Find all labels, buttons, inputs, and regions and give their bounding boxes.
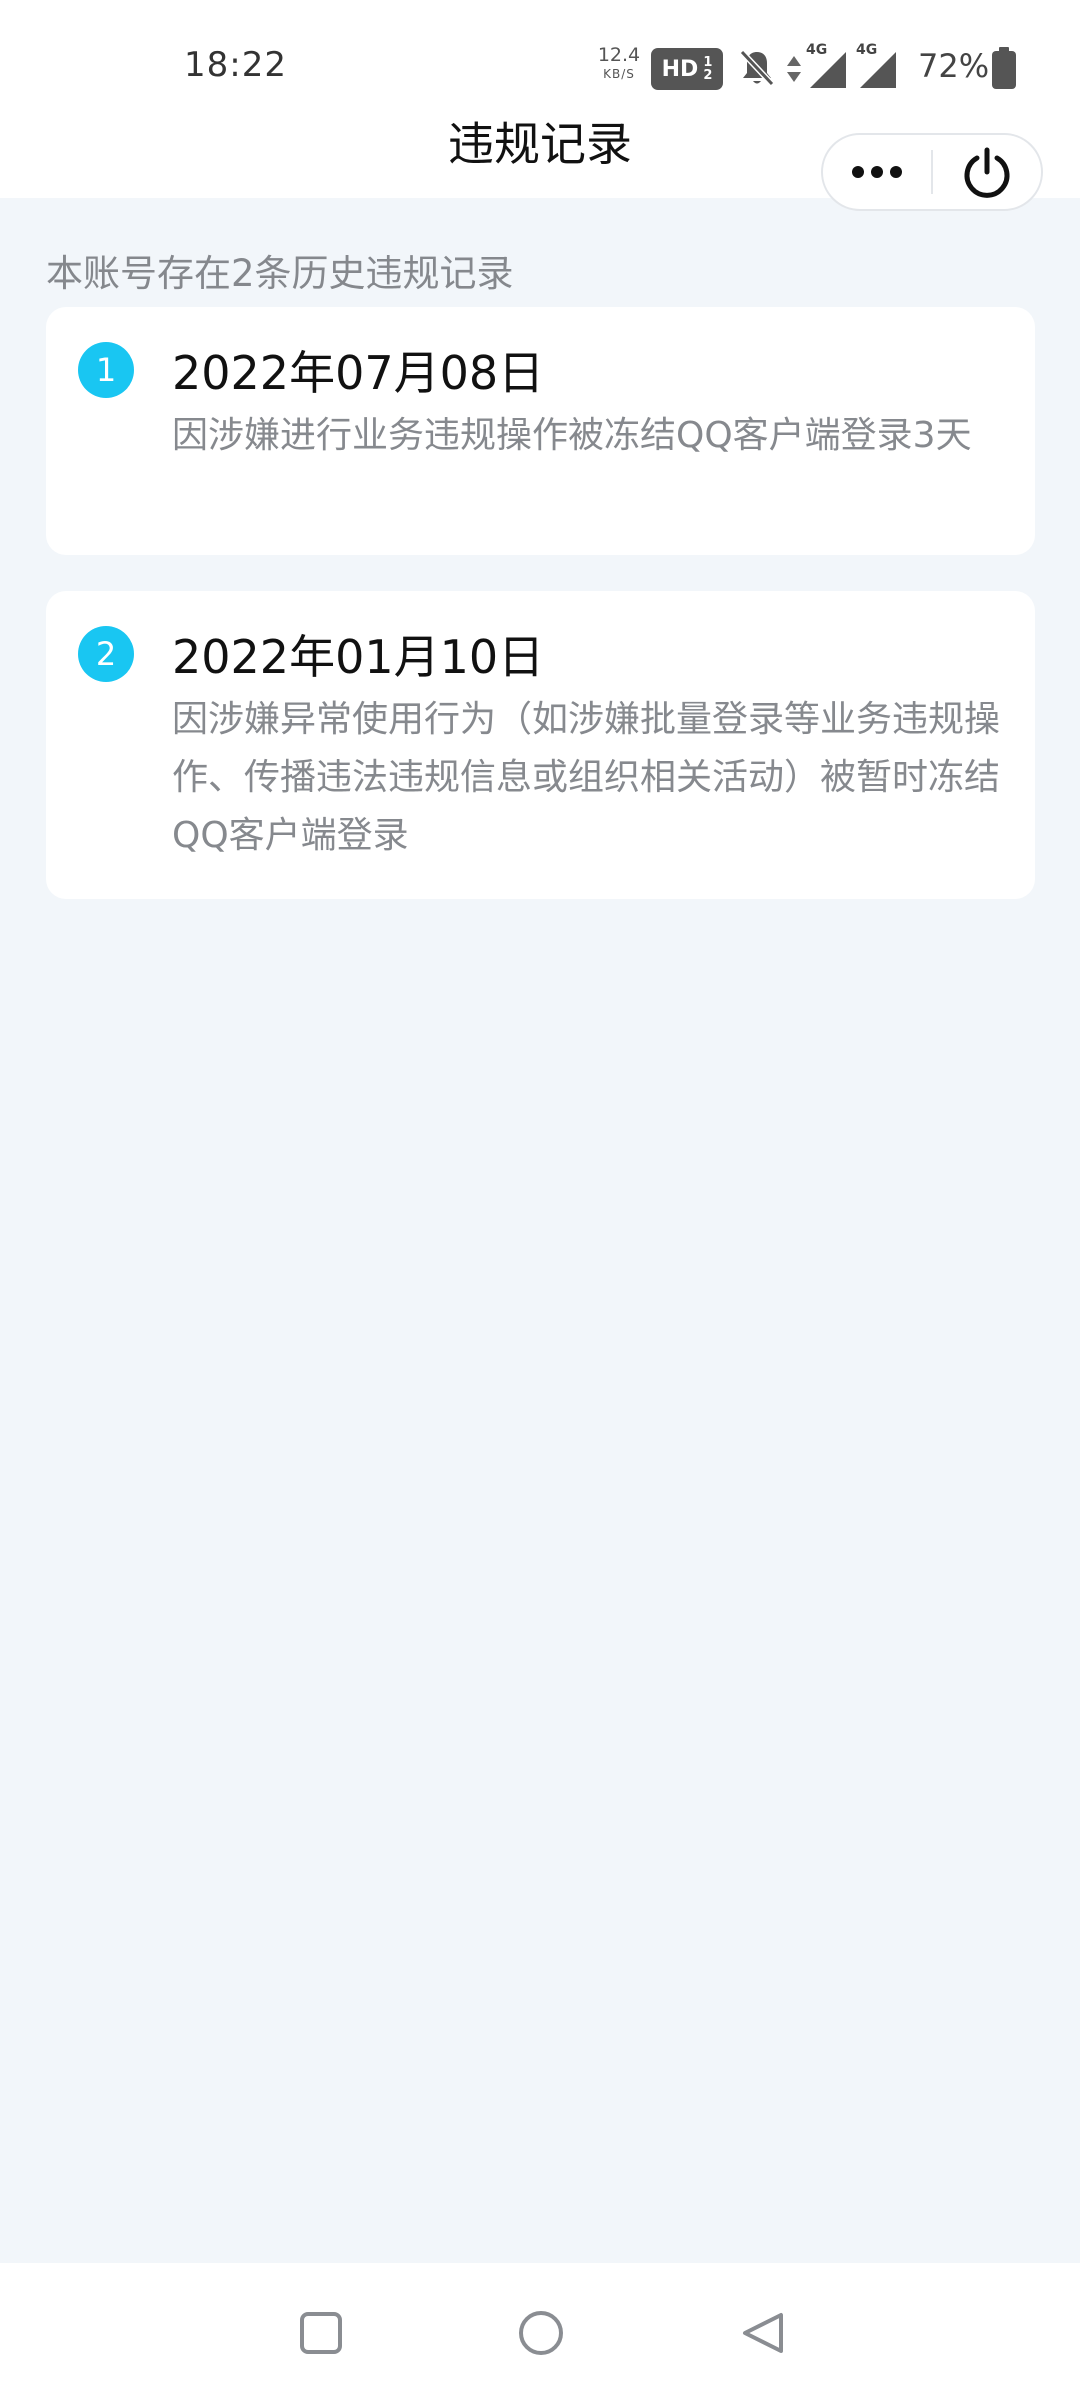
record-description: 因涉嫌异常使用行为（如涉嫌批量登录等业务违规操作、传播违法违规信息或组织相关活动… [172, 699, 1001, 856]
record-card: 2 2022年01月10日 因涉嫌异常使用行为（如涉嫌批量登录等业务违规操作、传… [46, 591, 1035, 899]
screen: 18:22 12.4 KB/S HD 1 2 4G 4G 72% 违规记录 本账… [0, 0, 1080, 2400]
record-date: 2022年07月08日 [172, 346, 545, 400]
record-card: 1 2022年07月08日 因涉嫌进行业务违规操作被冻结QQ客户端登录3天 [46, 307, 1035, 555]
bell-muted-icon [739, 49, 775, 87]
power-icon [964, 147, 1010, 198]
back-triangle-icon [743, 2313, 783, 2353]
signal-4g-icon: 4G [856, 42, 898, 90]
battery-icon [992, 47, 1016, 89]
network-speed-unit: KB/S [603, 67, 635, 81]
top-area: 18:22 12.4 KB/S HD 1 2 4G 4G 72% 违规记录 [0, 0, 1080, 211]
status-time: 18:22 [184, 45, 287, 85]
record-description: 因涉嫌进行业务违规操作被冻结QQ客户端登录3天 [172, 415, 972, 456]
signal-4g-label: 4G [856, 42, 878, 58]
battery-percent: 72% [918, 47, 990, 85]
mini-program-capsule [821, 133, 1043, 211]
record-date: 2022年01月10日 [172, 630, 545, 684]
hd-icon: HD 1 2 [651, 48, 723, 90]
record-index-badge: 2 [78, 626, 134, 682]
data-arrows-icon [787, 56, 801, 82]
close-button[interactable] [933, 135, 1041, 209]
hd-label: HD [661, 56, 699, 82]
signal-4g-label: 4G [806, 42, 828, 58]
recents-square-icon [300, 2312, 342, 2354]
hd-sub: 1 2 [703, 56, 712, 82]
home-circle-icon [519, 2311, 563, 2355]
record-index-badge: 1 [78, 342, 134, 398]
more-button[interactable] [823, 135, 931, 209]
recents-button[interactable] [293, 2305, 349, 2361]
more-dots-icon [852, 166, 902, 178]
home-button[interactable] [513, 2305, 569, 2361]
network-speed: 12.4 KB/S [596, 44, 642, 81]
violation-summary: 本账号存在2条历史违规记录 [46, 252, 514, 295]
signal-4g-icon: 4G [806, 42, 848, 90]
network-speed-value: 12.4 [597, 44, 641, 66]
hd-sub-bottom: 2 [703, 68, 713, 83]
back-button[interactable] [735, 2305, 791, 2361]
